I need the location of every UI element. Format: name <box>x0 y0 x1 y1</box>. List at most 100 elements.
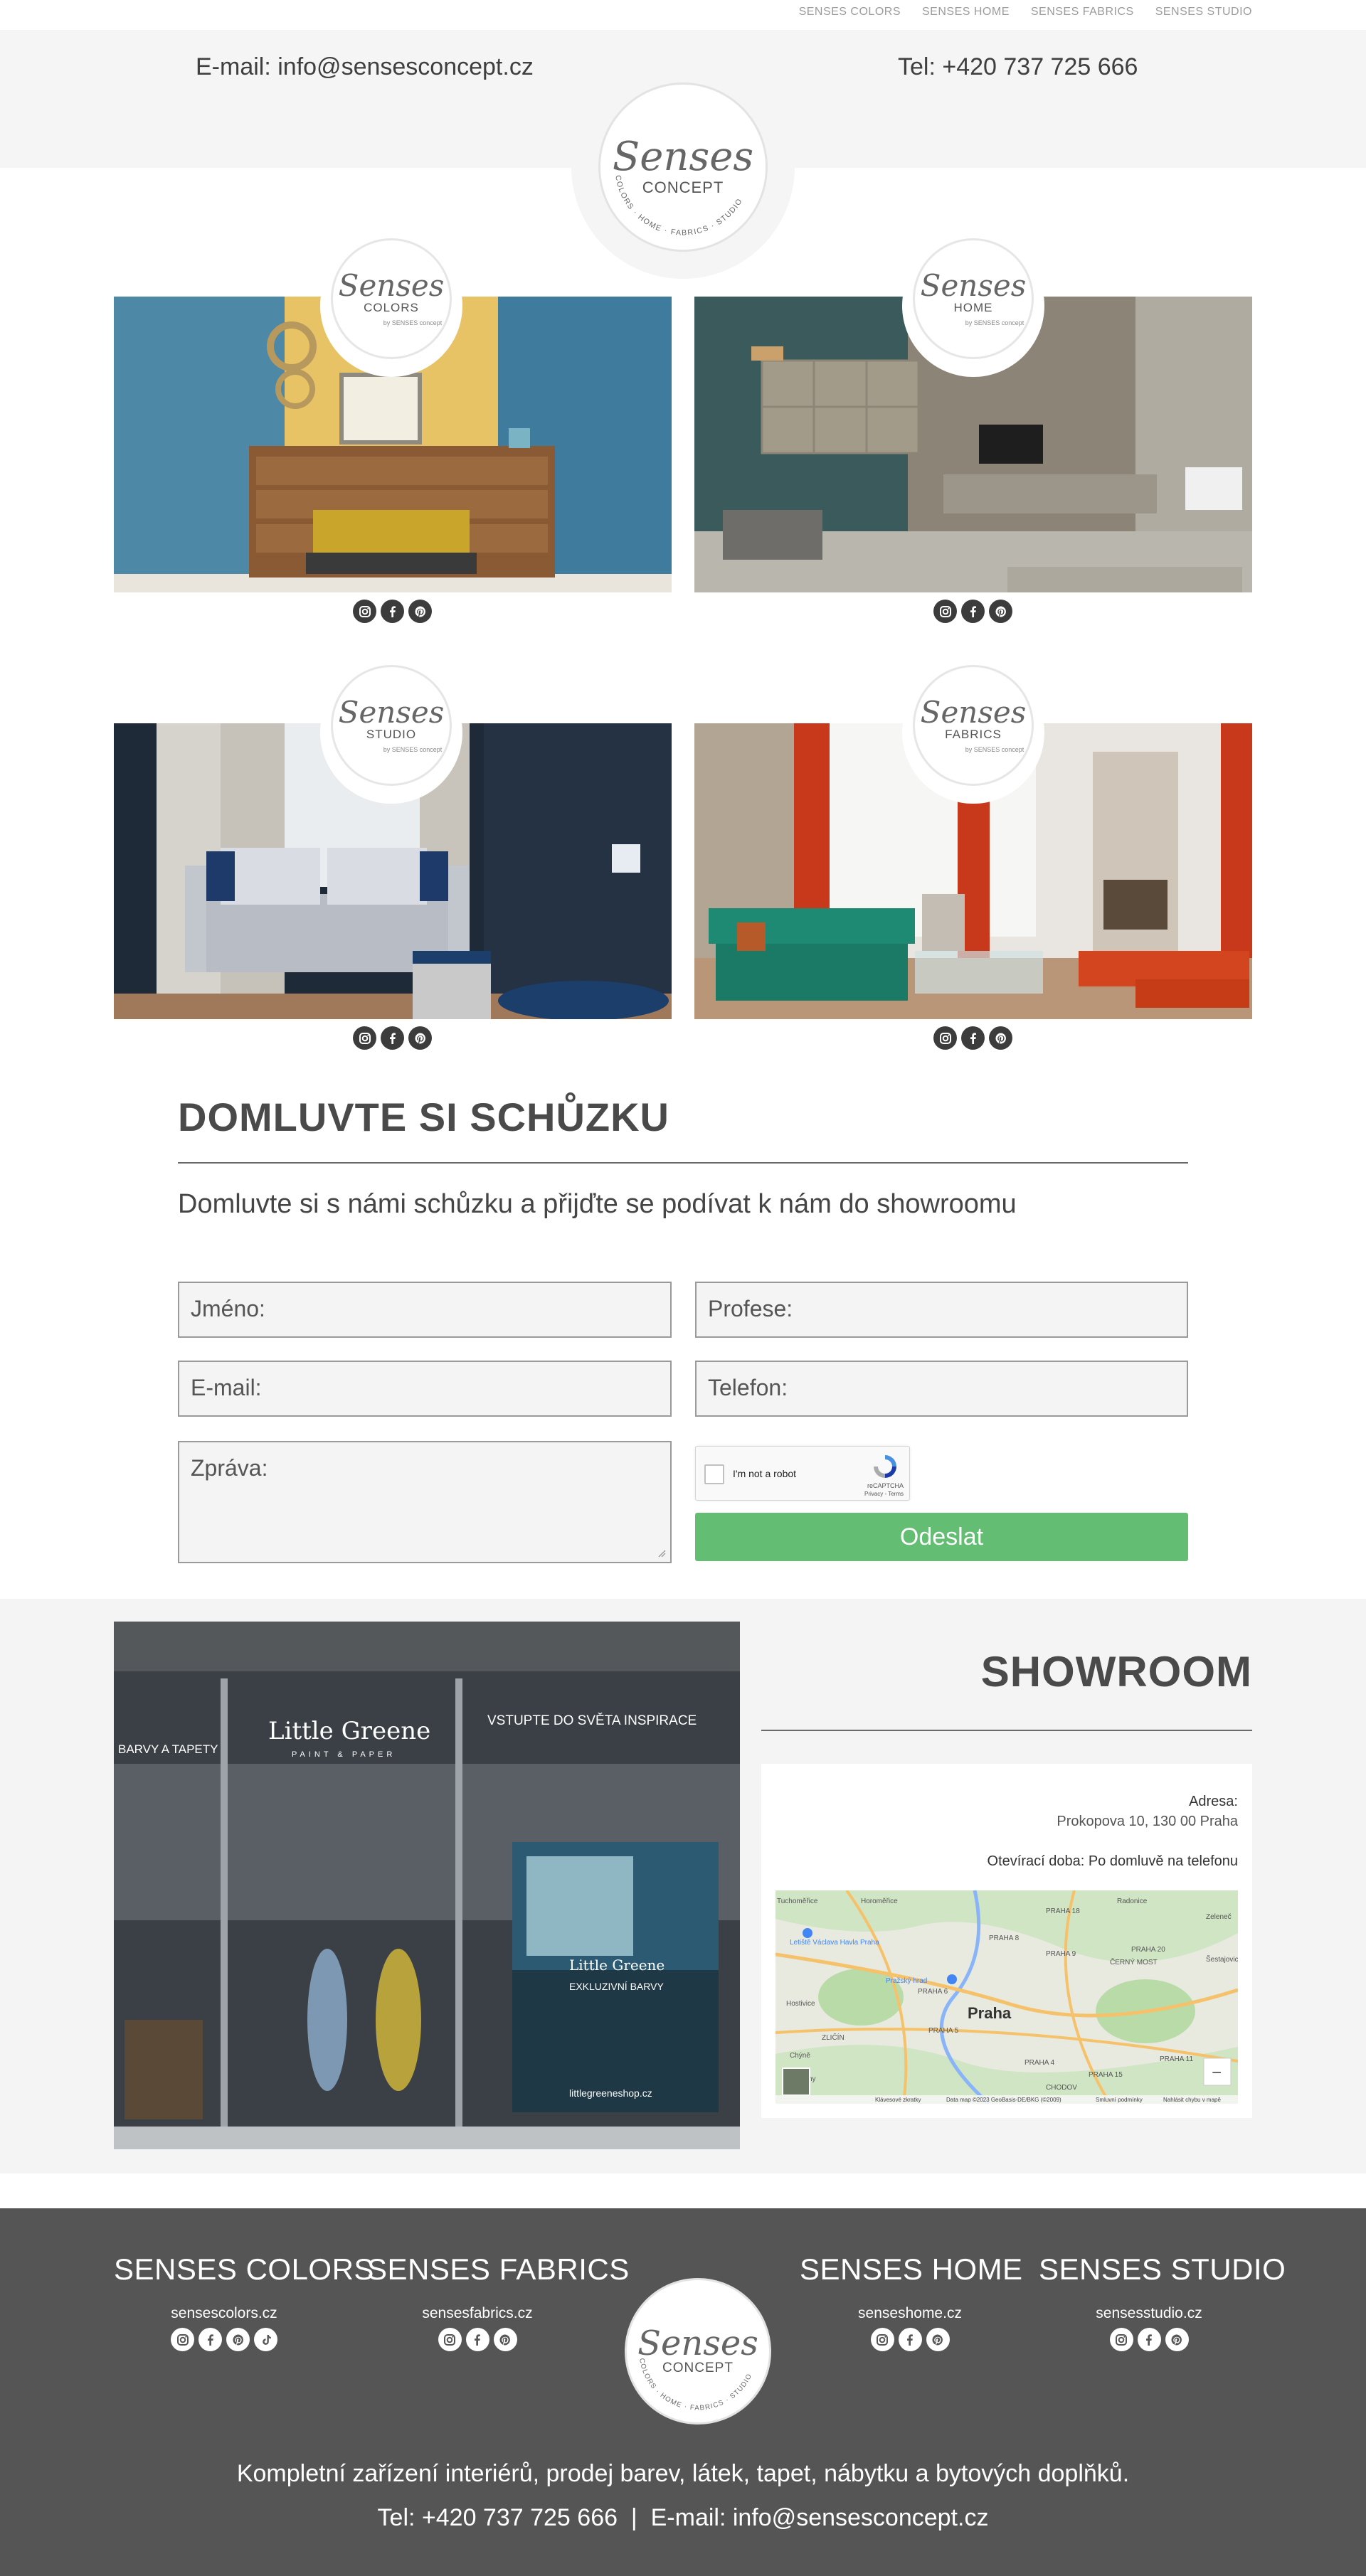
footer-socials <box>800 2328 1020 2351</box>
resize-handle-icon[interactable] <box>657 1549 666 1558</box>
poster-sub: EXKLUZIVNÍ BARVY <box>569 1981 664 1992</box>
map-label: Pražský hrad <box>886 1977 927 1985</box>
logo-sub-text: CONCEPT <box>642 179 724 196</box>
nav-item-senses-colors[interactable]: SENSES COLORS <box>799 6 901 18</box>
footer-logo-script: Senses <box>637 2324 758 2363</box>
map-label: PRAHA 9 <box>1046 1950 1076 1958</box>
recaptcha-brand: reCAPTCHA <box>867 1482 904 1489</box>
submit-button[interactable]: Odeslat <box>695 1513 1188 1561</box>
pinterest-icon[interactable] <box>226 2328 250 2351</box>
appointment-title: DOMLUVTE SI SCHŮZKU <box>178 1095 669 1139</box>
facebook-icon[interactable] <box>961 600 985 623</box>
header-email-link[interactable]: E-mail: info@sensesconcept.cz <box>196 53 534 81</box>
nav-item-senses-studio[interactable]: SENSES STUDIO <box>1155 6 1252 18</box>
colors-socials <box>353 600 432 623</box>
tiktok-icon[interactable] <box>254 2328 277 2351</box>
badge-by: by SENSES concept <box>965 319 1024 326</box>
map-city-label: Praha <box>968 2004 1012 2022</box>
brand-card-home: Senses HOME by SENSES concept <box>694 235 1252 633</box>
badge-sub: FABRICS <box>945 728 1002 741</box>
message-textarea[interactable]: Zpráva: <box>178 1441 672 1563</box>
instagram-icon[interactable] <box>933 600 957 623</box>
map-label: PRAHA 6 <box>918 1988 948 1996</box>
nav-item-senses-home[interactable]: SENSES HOME <box>922 6 1010 18</box>
footer-brand-name[interactable]: SENSES STUDIO <box>1039 2252 1286 2287</box>
instagram-icon[interactable] <box>353 1026 376 1050</box>
facebook-icon[interactable] <box>1137 2328 1161 2351</box>
senses-fabrics-badge[interactable]: Senses FABRICS by SENSES concept <box>913 665 1034 786</box>
recaptcha-links[interactable]: Privacy - Terms <box>864 1491 904 1497</box>
senses-home-badge[interactable]: Senses HOME by SENSES concept <box>913 238 1034 359</box>
senses-studio-badge[interactable]: Senses STUDIO by SENSES concept <box>331 665 452 786</box>
facebook-icon[interactable] <box>381 600 404 623</box>
pinterest-icon[interactable] <box>1165 2328 1189 2351</box>
map-label: PRAHA 11 <box>1160 2055 1193 2063</box>
map-zoom-out-button[interactable]: − <box>1212 2063 1222 2082</box>
brand-card-studio: Senses STUDIO by SENSES concept <box>114 661 672 1060</box>
google-map[interactable]: Praha Tuchoměřice Horoměřice PRAHA 18 Ra… <box>775 1890 1238 2104</box>
badge-sub: COLORS <box>364 301 419 314</box>
recaptcha-checkbox[interactable] <box>704 1464 724 1484</box>
map-footer-item[interactable]: Smluvní podmínky <box>1096 2097 1143 2103</box>
appointment-subtitle: Domluvte si s námi schůzku a přijďte se … <box>178 1189 1017 1219</box>
footer-domain-link[interactable]: senseshome.cz <box>800 2305 1020 2322</box>
footer-domain-link[interactable]: sensescolors.cz <box>114 2305 334 2322</box>
showroom-info-card: Adresa: Prokopova 10, 130 00 Praha Oteví… <box>761 1764 1252 2118</box>
phone-field[interactable]: Telefon: <box>695 1361 1188 1417</box>
footer-tagline: Kompletní zařízení interiérů, prodej bar… <box>236 2460 1130 2487</box>
senses-colors-badge[interactable]: Senses COLORS by SENSES concept <box>331 238 452 359</box>
map-footer-item[interactable]: Klávesové zkratky <box>875 2097 921 2103</box>
appointment-divider <box>178 1162 1188 1164</box>
map-label: PRAHA 4 <box>1024 2059 1055 2067</box>
facebook-icon[interactable] <box>465 2328 489 2351</box>
pinterest-icon[interactable] <box>408 600 432 623</box>
instagram-icon[interactable] <box>353 600 376 623</box>
badge-by: by SENSES concept <box>383 746 443 753</box>
badge-by: by SENSES concept <box>383 319 443 326</box>
instagram-icon[interactable] <box>933 1026 957 1050</box>
header-phone-link[interactable]: Tel: +420 737 725 666 <box>898 53 1138 81</box>
map-label: Radonice <box>1117 1898 1148 1905</box>
footer-domain-link[interactable]: sensesstudio.cz <box>1039 2305 1259 2322</box>
badge-script: Senses <box>338 695 445 730</box>
home-socials <box>933 600 1012 623</box>
pinterest-icon[interactable] <box>989 1026 1012 1050</box>
showroom-title: SHOWROOM <box>980 1648 1252 1696</box>
map-label: Chýně <box>790 2052 810 2060</box>
footer-senses-concept-logo[interactable]: COLORS · HOME · FABRICS · STUDIO Senses … <box>625 2278 771 2425</box>
badge-script: Senses <box>920 268 1027 303</box>
badge-sub: HOME <box>953 301 993 314</box>
facebook-icon[interactable] <box>198 2328 222 2351</box>
photo-sign-left: BARVY A TAPETY <box>118 1742 218 1756</box>
nav-item-senses-fabrics[interactable]: SENSES FABRICS <box>1031 6 1134 18</box>
pinterest-icon[interactable] <box>926 2328 950 2351</box>
footer-brand-name[interactable]: SENSES COLORS <box>114 2252 374 2287</box>
footer-logo-sub: CONCEPT <box>662 2361 734 2375</box>
instagram-icon[interactable] <box>1109 2328 1133 2351</box>
instagram-icon[interactable] <box>438 2328 462 2351</box>
footer-brand-name[interactable]: SENSES FABRICS <box>367 2252 629 2287</box>
map-label: ZLIČÍN <box>822 2033 845 2042</box>
map-footer-item: Data map ©2023 GeoBasis-DE/BKG (©2009) <box>946 2097 1061 2103</box>
pinterest-icon[interactable] <box>989 600 1012 623</box>
photo-brand-sub: PAINT & PAPER <box>292 1750 396 1759</box>
senses-concept-logo[interactable]: COLORS · HOME · FABRICS · STUDIO Senses … <box>598 83 768 252</box>
map-footer-item[interactable]: Nahlásit chybu v mapě <box>1163 2097 1221 2103</box>
pinterest-icon[interactable] <box>493 2328 517 2351</box>
email-field[interactable]: E-mail: <box>178 1361 672 1417</box>
recaptcha-widget: I'm not a robot reCAPTCHA Privacy - Term… <box>695 1446 910 1501</box>
pinterest-icon[interactable] <box>408 1026 432 1050</box>
address-label: Adresa: <box>1189 1794 1238 1809</box>
profession-field[interactable]: Profese: <box>695 1282 1188 1338</box>
instagram-icon[interactable] <box>171 2328 194 2351</box>
top-nav: SENSES COLORS SENSES HOME SENSES FABRICS… <box>0 0 1366 30</box>
facebook-icon[interactable] <box>961 1026 985 1050</box>
instagram-icon[interactable] <box>870 2328 894 2351</box>
footer-domain-link[interactable]: sensesfabrics.cz <box>367 2305 588 2322</box>
facebook-icon[interactable] <box>898 2328 922 2351</box>
footer-brand-name[interactable]: SENSES HOME <box>800 2252 1022 2287</box>
facebook-icon[interactable] <box>381 1026 404 1050</box>
poster-brand: Little Greene <box>569 1957 665 1974</box>
map-label: PRAHA 20 <box>1131 1946 1165 1954</box>
name-field[interactable]: Jméno: <box>178 1282 672 1338</box>
